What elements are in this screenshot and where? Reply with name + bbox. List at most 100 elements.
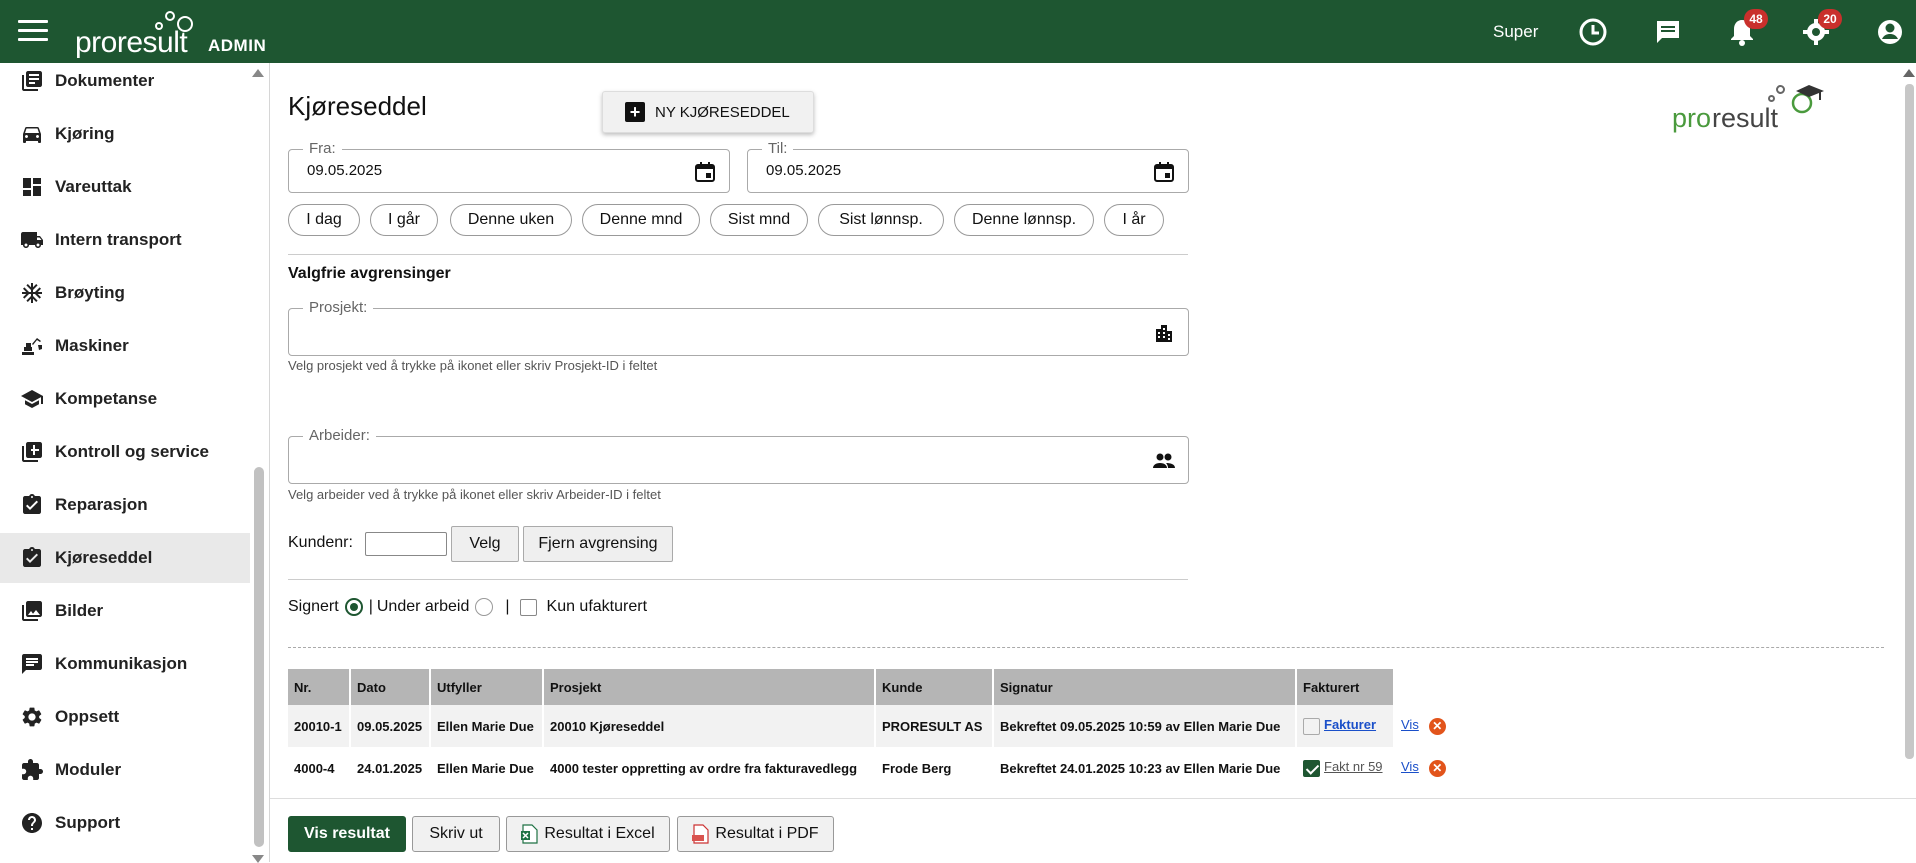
sidebar-item-label: Kjøreseddel [55, 548, 153, 567]
library-books-icon [22, 442, 42, 462]
new-driving-slip-button[interactable]: + NY KJØRESEDDEL [602, 91, 814, 133]
sidebar-item-reparasjon[interactable]: Reparasjon [0, 480, 250, 530]
export-excel-button[interactable]: Resultat i Excel [506, 816, 670, 852]
sidebar-item-brøyting[interactable]: Brøyting [0, 268, 250, 318]
remove-filter-button[interactable]: Fjern avgrensing [523, 526, 673, 562]
logo-word: proresult [75, 26, 188, 59]
sidebar-scrollbar-thumb[interactable] [254, 467, 264, 847]
column-header[interactable]: Kunde [875, 669, 994, 705]
bottom-action-bar: Vis resultat Skriv ut Resultat i Excel R… [270, 798, 1916, 862]
sidebar-item-intern-transport[interactable]: Intern transport [0, 215, 250, 265]
brand-logo-result: result [1712, 103, 1779, 133]
from-date-field[interactable]: Fra: [288, 140, 730, 193]
clock-icon[interactable] [1577, 16, 1609, 48]
chat-icon[interactable] [1652, 16, 1684, 48]
project-field[interactable]: Prosjekt: [288, 299, 1189, 356]
uninvoiced-only-checkbox[interactable] [519, 598, 537, 616]
sidebar-item-dokumenter[interactable]: Dokumenter [0, 56, 250, 106]
current-user-name[interactable]: Super [1493, 22, 1538, 42]
column-header[interactable]: Nr. [288, 669, 351, 705]
column-header[interactable]: Utfyller [430, 669, 544, 705]
sidebar-scroll-up-arrow[interactable] [252, 69, 264, 77]
sidebar-item-maskiner[interactable]: Maskiner [0, 321, 250, 371]
chat-icon [22, 654, 42, 674]
sidebar-item-label: Kommunikasjon [55, 654, 188, 673]
project-input[interactable] [307, 323, 1137, 340]
sidebar-item-label: Bilder [55, 601, 104, 620]
invoiced-checkbox[interactable] [1303, 759, 1320, 777]
main-scroll-up-arrow[interactable] [1903, 69, 1915, 77]
column-header[interactable]: Prosjekt [543, 669, 876, 705]
sidebar-item-bilder[interactable]: Bilder [0, 586, 250, 636]
range-chip-this-month[interactable]: Denne mnd [582, 204, 700, 236]
column-header[interactable]: Signatur [993, 669, 1297, 705]
cell-actions: Vis ✕ [1394, 747, 1454, 789]
export-pdf-label: Resultat i PDF [715, 825, 819, 842]
range-chip-this-year[interactable]: I år [1104, 204, 1164, 236]
column-header[interactable]: Fakturert [1296, 669, 1395, 705]
settings-gear-icon[interactable]: 20 [1800, 9, 1842, 48]
notifications-bell-icon[interactable]: 48 [1726, 9, 1768, 48]
print-button[interactable]: Skriv ut [412, 816, 500, 852]
range-chip-this-pay-period[interactable]: Denne lønnsp. [954, 204, 1094, 236]
pdf-file-icon [692, 824, 710, 844]
sidebar-item-label: Kjøring [55, 124, 115, 143]
account-circle-icon[interactable] [1874, 16, 1906, 48]
range-chip-today[interactable]: I dag [288, 204, 360, 236]
main-scrollbar-thumb[interactable] [1905, 84, 1914, 759]
invoice-link[interactable]: Fakturer [1324, 717, 1376, 732]
invoice-number-link[interactable]: Fakt nr 59 [1324, 759, 1383, 774]
range-chip-last-pay-period[interactable]: Sist lønnsp. [818, 204, 944, 236]
app-logo[interactable]: proresult ADMIN [75, 11, 275, 59]
export-pdf-button[interactable]: Resultat i PDF [677, 816, 834, 852]
calendar-icon[interactable] [693, 160, 717, 184]
logo-bubble [177, 16, 193, 32]
photo-library-icon [22, 601, 42, 621]
cell-filler: Ellen Marie Due [430, 747, 544, 789]
table-row[interactable]: 20010-1 09.05.2025 Ellen Marie Due 20010… [288, 705, 1454, 747]
worker-field[interactable]: Arbeider: [288, 427, 1189, 484]
sidebar-item-vareuttak[interactable]: Vareuttak [0, 162, 250, 212]
from-date-input[interactable] [307, 162, 677, 179]
sidebar-item-support[interactable]: Support [0, 798, 250, 848]
graduation-cap-icon [1791, 85, 1824, 114]
signed-radio[interactable] [344, 598, 363, 616]
table-row[interactable]: 4000-4 24.01.2025 Ellen Marie Due 4000 t… [288, 747, 1454, 789]
sidebar-item-kjøring[interactable]: Kjøring [0, 109, 250, 159]
range-chip-last-month[interactable]: Sist mnd [710, 204, 808, 236]
sidebar-item-kontroll-og-service[interactable]: Kontroll og service [0, 427, 250, 477]
sidebar-item-kommunikasjon[interactable]: Kommunikasjon [0, 639, 250, 689]
select-customer-button[interactable]: Velg [451, 526, 519, 562]
to-date-field[interactable]: Til: [747, 140, 1189, 193]
calendar-icon[interactable] [1152, 160, 1176, 184]
column-header[interactable]: Dato [350, 669, 431, 705]
show-result-button[interactable]: Vis resultat [288, 816, 406, 852]
delete-icon[interactable]: ✕ [1428, 717, 1446, 735]
range-chip-yesterday[interactable]: I går [370, 204, 438, 236]
view-link[interactable]: Vis [1401, 717, 1419, 732]
actions-header [1394, 669, 1454, 705]
delete-icon[interactable]: ✕ [1428, 759, 1446, 777]
view-link[interactable]: Vis [1401, 759, 1419, 774]
sidebar-item-moduler[interactable]: Moduler [0, 745, 250, 795]
building-icon[interactable] [1152, 321, 1176, 345]
separator: | [368, 598, 373, 615]
export-excel-label: Resultat i Excel [544, 825, 655, 842]
cell-date: 09.05.2025 [350, 705, 431, 747]
sidebar-item-kompetanse[interactable]: Kompetanse [0, 374, 250, 424]
range-chip-this-week[interactable]: Denne uken [450, 204, 572, 236]
hamburger-menu-icon[interactable] [18, 20, 48, 42]
plus-box-icon: + [625, 102, 645, 122]
invoiced-checkbox[interactable] [1303, 717, 1320, 735]
clipboard-check-icon [23, 547, 41, 567]
to-date-input[interactable] [766, 162, 1136, 179]
sidebar-item-kjøreseddel[interactable]: Kjøreseddel [0, 533, 250, 583]
gear-icon [22, 707, 42, 727]
cell-filler: Ellen Marie Due [430, 705, 544, 747]
customer-number-input[interactable] [365, 532, 447, 556]
people-icon[interactable] [1152, 449, 1176, 473]
in-progress-radio[interactable] [475, 598, 494, 616]
worker-input[interactable] [307, 451, 1137, 468]
sidebar-item-oppsett[interactable]: Oppsett [0, 692, 250, 742]
cell-nr: 4000-4 [288, 747, 351, 789]
